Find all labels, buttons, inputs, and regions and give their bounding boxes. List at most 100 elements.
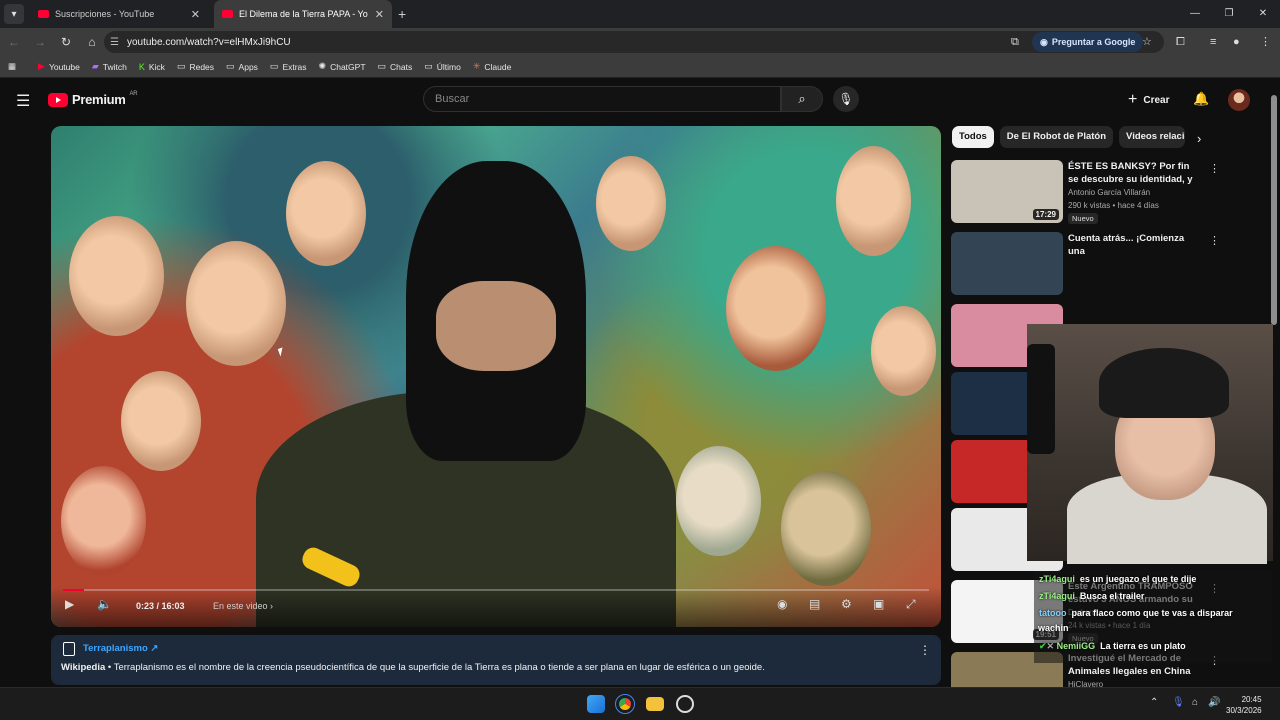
bookmark-label: Extras	[282, 61, 307, 72]
bookmark-label: Último	[436, 61, 461, 72]
obs-icon[interactable]	[676, 695, 694, 713]
voice-search-button[interactable]: 🎙	[833, 86, 859, 112]
create-button[interactable]: + Crear	[1128, 91, 1169, 109]
chip-todos[interactable]: Todos	[952, 126, 994, 148]
bookmark-folder-extras[interactable]: ▭ Extras	[270, 61, 307, 72]
window-controls: — ❐ ✕	[1178, 0, 1280, 28]
bookmark-youtube[interactable]: ▶ Youtube	[38, 61, 80, 72]
reload-icon[interactable]: ↻	[54, 35, 78, 49]
profile-avatar-icon[interactable]: ●	[1233, 28, 1240, 56]
restore-icon[interactable]: ❐	[1212, 0, 1246, 28]
apps-grid-icon[interactable]: ▦	[8, 61, 16, 72]
bookmark-star-icon[interactable]: ☆	[1142, 28, 1152, 56]
bookmark-twitch[interactable]: ▰ Twitch	[92, 61, 127, 72]
video-player[interactable]: ▶ 🔈 0:23 / 16:03 En este video › ◉ ▤ ⚙ ▣…	[51, 126, 941, 627]
chip-related[interactable]: Videos relacionados	[1119, 126, 1186, 148]
youtube-premium-logo[interactable]: Premium AR	[48, 90, 138, 107]
new-badge: Nuevo	[1068, 213, 1098, 224]
reading-list-icon[interactable]: ≡	[1210, 28, 1216, 56]
browser-menu-icon[interactable]: ⋮	[1260, 28, 1271, 56]
url-text: youtube.com/watch?v=elHMxJi9hCU	[126, 36, 291, 48]
more-options-icon[interactable]: ⋮	[919, 643, 931, 657]
bookmark-chatgpt[interactable]: ✺ ChatGPT	[319, 61, 366, 72]
bookmark-folder-chats[interactable]: ▭ Chats	[378, 61, 413, 72]
volume-icon[interactable]: 🔈	[97, 597, 112, 611]
tab-search-dropdown[interactable]: ▾	[4, 4, 24, 24]
claude-icon: ✳	[472, 61, 481, 71]
close-window-icon[interactable]: ✕	[1246, 0, 1280, 28]
clock-time: 20:45	[1241, 695, 1262, 704]
presenter-face	[436, 281, 556, 371]
back-icon[interactable]: ←	[2, 35, 26, 49]
install-app-icon[interactable]: ⧉	[1011, 28, 1019, 56]
more-options-icon[interactable]: ⋮	[1209, 234, 1220, 247]
recommendation-item[interactable]: 17:29 ÉSTE ES BANKSY? Por fin se descubre…	[951, 160, 1271, 224]
bookmarks-bar: ▦ ▶ Youtube ▰ Twitch K Kick ▭ Redes ▭ Apps ▭ E…	[0, 56, 1280, 78]
forward-icon[interactable]: →	[28, 35, 52, 49]
chat-text: es un juegazo el que te dije	[1079, 574, 1197, 584]
autoplay-toggle-icon[interactable]: ◉	[777, 597, 787, 611]
miniplayer-icon[interactable]: ▣	[873, 597, 884, 611]
minimize-icon[interactable]: —	[1178, 0, 1212, 28]
address-bar[interactable]: ☰ youtube.com/watch?v=elHMxJi9hCU	[104, 31, 1164, 53]
speaker-icon[interactable]: 🔊	[1208, 697, 1220, 708]
youtube-icon: ▶	[38, 61, 45, 71]
new-tab-icon[interactable]: +	[398, 6, 406, 22]
system-clock[interactable]: 20:45 30/3/2026	[1226, 694, 1262, 716]
info-panel-title-link[interactable]: Terraplanismo ↗	[83, 643, 158, 654]
close-tab-icon[interactable]: ✕	[191, 8, 200, 21]
more-options-icon[interactable]: ⋮	[1209, 162, 1220, 175]
chevron-right-icon[interactable]: ›	[1197, 131, 1201, 146]
video-thumbnail[interactable]: 17:29	[951, 160, 1063, 223]
bookmark-label: Kick	[148, 61, 165, 72]
extensions-icon[interactable]: ⧠	[1176, 28, 1185, 56]
windows-taskbar: ⌃ 🎙 ⌂ 🔊 20:45 30/3/2026	[0, 687, 1280, 720]
recommendation-title[interactable]: ÉSTE ES BANKSY? Por fin se descubre su i…	[1068, 160, 1198, 187]
bookmark-folder-apps[interactable]: ▭ Apps	[226, 61, 258, 72]
tray-overflow-icon[interactable]: ⌃	[1150, 697, 1158, 708]
settings-gear-icon[interactable]: ⚙	[841, 597, 852, 611]
network-icon[interactable]: ⌂	[1192, 697, 1198, 708]
kick-icon: K	[138, 61, 145, 72]
recommendation-title[interactable]: Cuenta atrás... ¡Comienza una	[1068, 232, 1198, 258]
recommendation-item[interactable]: Cuenta atrás... ¡Comienza una ⋮	[951, 232, 1271, 296]
tab-subscriptions[interactable]: Suscripciones - YouTube ✕	[30, 0, 208, 28]
bookmark-folder-ultimo[interactable]: ▭ Último	[424, 61, 461, 72]
video-thumbnail[interactable]	[951, 232, 1063, 295]
bookmark-kick[interactable]: K Kick	[139, 62, 165, 72]
chip-channel[interactable]: De El Robot de Platón	[999, 126, 1114, 148]
logo-text: Premium	[72, 92, 126, 107]
duration-badge: 17:29	[1032, 209, 1059, 220]
notifications-bell-icon[interactable]: 🔔	[1193, 91, 1209, 107]
search-input[interactable]: Buscar	[423, 86, 781, 112]
youtube-page: ☰ Premium AR Buscar ⌕ 🎙 + Crear 🔔 ▶ 🔈 0:…	[0, 81, 1280, 715]
document-icon	[63, 642, 75, 656]
site-info-icon[interactable]: ☰	[110, 37, 119, 48]
windows-start-icon[interactable]	[587, 695, 605, 713]
file-explorer-icon[interactable]	[646, 697, 664, 711]
account-avatar[interactable]	[1228, 89, 1250, 111]
painted-portrait	[121, 371, 201, 471]
subtitles-icon[interactable]: ▤	[809, 597, 820, 611]
ask-google-button[interactable]: ◉ Preguntar a Google	[1032, 32, 1144, 52]
logo-region: AR	[129, 90, 138, 97]
tray-app-icon[interactable]: 🎙	[1172, 697, 1185, 708]
youtube-favicon-icon	[38, 10, 49, 18]
hamburger-menu-icon[interactable]: ☰	[16, 91, 30, 111]
tab-active-video[interactable]: El Dilema de la Tierra PAPA - Yo ✕	[214, 0, 392, 28]
chrome-icon[interactable]	[615, 694, 635, 714]
play-icon[interactable]: ▶	[65, 597, 74, 611]
chapter-button[interactable]: En este video ›	[213, 601, 273, 611]
bookmark-folder-redes[interactable]: ▭ Redes	[177, 61, 214, 72]
fullscreen-icon[interactable]: ⤢	[906, 597, 916, 612]
microphone-arm	[1027, 344, 1055, 454]
folder-icon: ▭	[377, 61, 387, 71]
bookmark-claude[interactable]: ✳ Claude	[473, 61, 511, 72]
chat-message: zTi4agui Busca el trailer	[1039, 591, 1144, 601]
close-tab-icon[interactable]: ✕	[375, 8, 384, 21]
search-button[interactable]: ⌕	[781, 86, 823, 112]
page-scrollbar[interactable]	[1271, 95, 1277, 325]
youtube-favicon-icon	[222, 10, 233, 18]
channel-name[interactable]: Antonio García Villarán	[1068, 188, 1150, 197]
home-icon[interactable]: ⌂	[80, 35, 104, 49]
